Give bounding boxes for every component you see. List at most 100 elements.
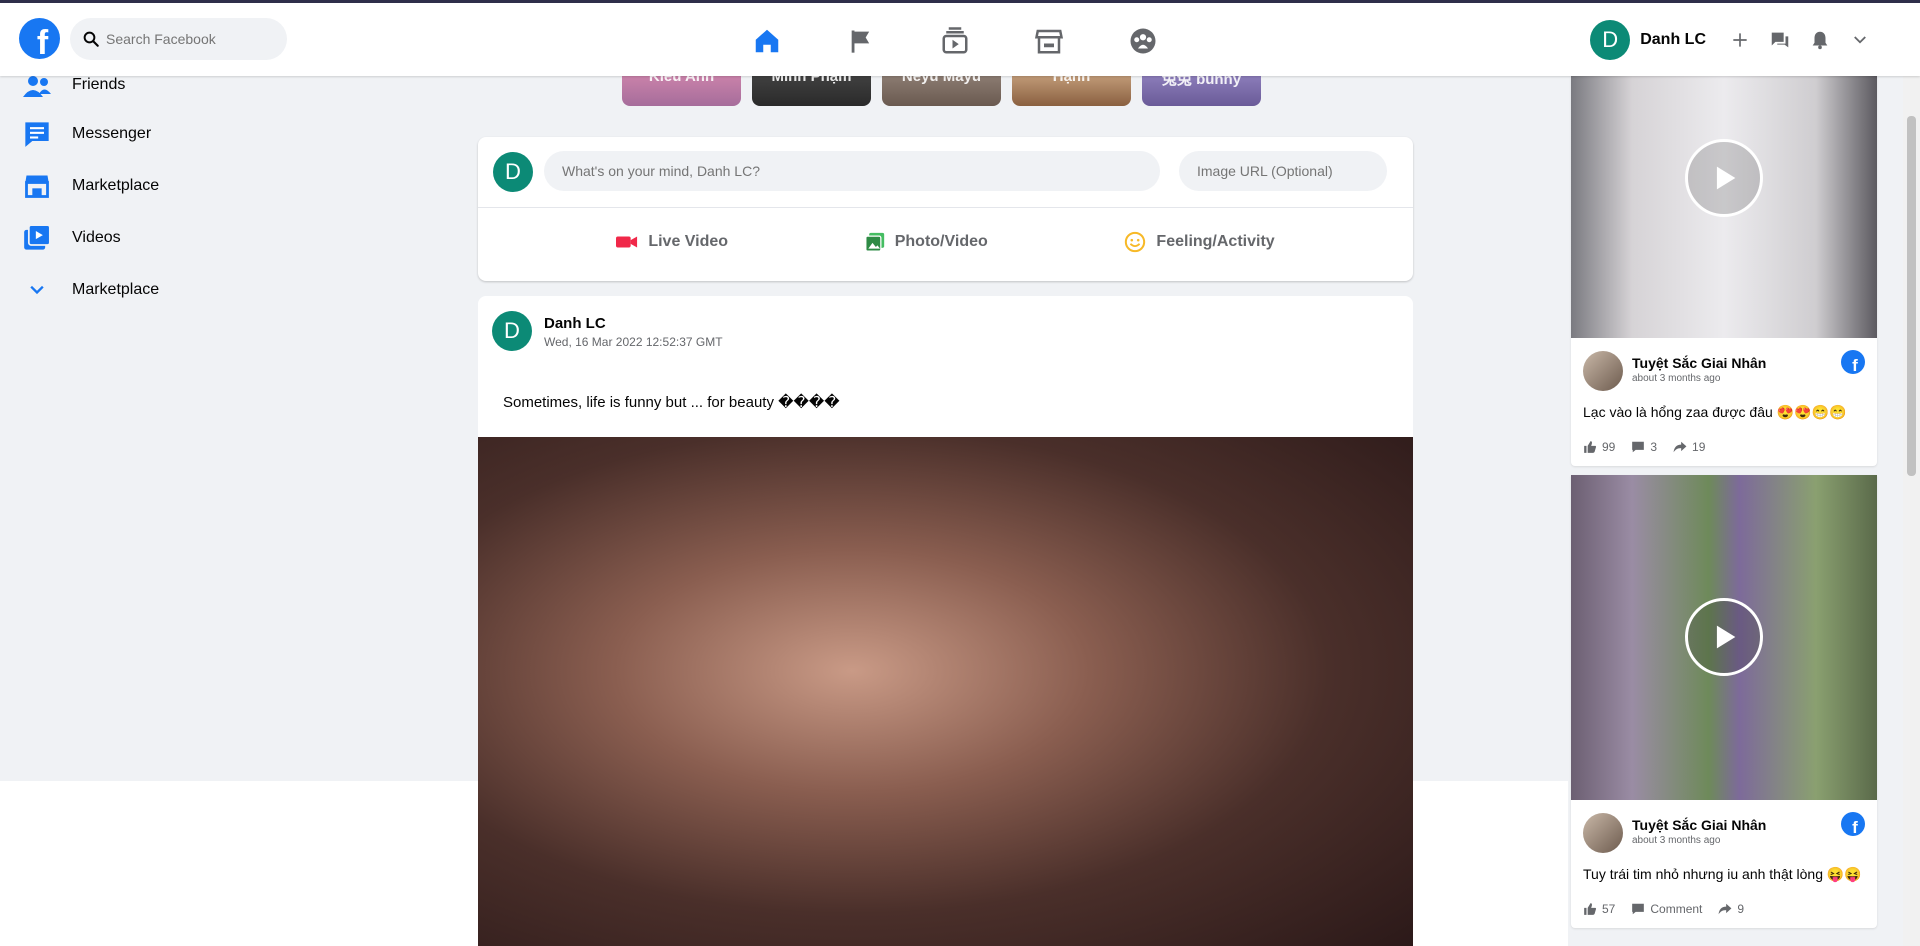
video-camera-icon <box>616 236 638 248</box>
page-name[interactable]: Tuyệt Sắc Giai Nhân <box>1632 817 1766 833</box>
comment-icon <box>1632 903 1645 915</box>
create-button[interactable] <box>1720 20 1760 60</box>
video-stats: 57 Comment 9 <box>1583 902 1744 916</box>
comment-button[interactable]: Comment <box>1631 902 1702 916</box>
status-input[interactable] <box>544 151 1160 191</box>
account-menu-button[interactable] <box>1840 20 1880 60</box>
play-button[interactable] <box>1685 598 1763 676</box>
page-avatar[interactable] <box>1583 813 1623 853</box>
profile-avatar[interactable]: D <box>1590 20 1631 60</box>
video-meta: Tuyệt Sắc Giai Nhân about 3 months ago f… <box>1571 338 1877 466</box>
sidebar-item-friends[interactable]: Friends <box>0 76 360 108</box>
share-button[interactable]: 9 <box>1718 902 1744 916</box>
like-button[interactable]: 99 <box>1583 440 1615 454</box>
page-name[interactable]: Tuyệt Sắc Giai Nhân <box>1632 355 1766 371</box>
comment-button[interactable]: 3 <box>1631 440 1657 454</box>
sidebar-item-label: Marketplace <box>72 281 160 298</box>
top-navigation-bar: f D Danh LC <box>0 0 1920 76</box>
video-thumbnail[interactable] <box>1571 475 1877 800</box>
sidebar-item-label: Messenger <box>72 125 152 142</box>
groups-icon <box>1130 28 1156 54</box>
marketplace-icon <box>1034 29 1064 54</box>
sidebar-item-label: Friends <box>72 76 126 93</box>
watch-icon <box>942 27 968 54</box>
comment-icon <box>1632 441 1645 453</box>
post-image[interactable] <box>478 437 1413 946</box>
post-composer: D Live Video Photo/Video Feeling/Activit… <box>478 137 1413 281</box>
post-timestamp[interactable]: Wed, 16 Mar 2022 12:52:37 GMT <box>544 335 723 349</box>
messenger-button[interactable] <box>1760 20 1800 60</box>
chevron-down-icon <box>22 275 52 305</box>
video-card: Tuyệt Sắc Giai Nhân about 3 months ago f… <box>1571 76 1877 466</box>
sidebar-item-marketplace[interactable]: Marketplace <box>0 160 360 212</box>
nav-groups[interactable] <box>1096 17 1190 65</box>
share-button[interactable]: 19 <box>1673 440 1705 454</box>
thumbs-up-icon <box>1584 441 1597 453</box>
nav-pages[interactable] <box>814 17 908 65</box>
video-card: Tuyệt Sắc Giai Nhân about 3 months ago f… <box>1571 475 1877 928</box>
left-sidebar: Friends Messenger Marketplace Videos Mar… <box>0 76 360 316</box>
image-url-input[interactable] <box>1179 151 1387 191</box>
sidebar-item-label: Videos <box>72 229 121 246</box>
like-button[interactable]: 57 <box>1583 902 1615 916</box>
page-avatar[interactable] <box>1583 351 1623 391</box>
play-button[interactable] <box>1685 139 1763 217</box>
home-icon <box>755 29 779 53</box>
smiley-icon <box>1125 231 1146 253</box>
nav-home[interactable] <box>720 17 814 65</box>
search-icon <box>83 31 99 47</box>
comment-label: Comment <box>1650 902 1703 916</box>
profile-name[interactable]: Danh LC <box>1640 31 1706 49</box>
post-text: Sometimes, life is funny but ... for bea… <box>503 394 840 411</box>
sidebar-item-see-more[interactable]: Marketplace <box>0 264 360 316</box>
play-icon <box>1716 625 1736 649</box>
feeling-activity-button[interactable]: Feeling/Activity <box>1124 231 1275 253</box>
photo-icon <box>864 232 884 252</box>
video-time: about 3 months ago <box>1632 373 1721 384</box>
photo-video-button[interactable]: Photo/Video <box>864 232 988 252</box>
marketplace-icon <box>22 171 52 201</box>
plus-icon <box>1733 33 1747 47</box>
share-icon <box>1718 903 1732 915</box>
sidebar-item-videos[interactable]: Videos <box>0 212 360 264</box>
comment-count: 3 <box>1650 440 1658 454</box>
messenger-icon <box>22 119 52 149</box>
scrollbar-thumb[interactable] <box>1907 116 1916 476</box>
facebook-logo-icon[interactable]: f <box>19 18 60 59</box>
video-stats: 99 3 19 <box>1583 440 1705 454</box>
notifications-button[interactable] <box>1800 20 1840 60</box>
bell-icon <box>1812 31 1828 50</box>
video-time: about 3 months ago <box>1632 835 1721 846</box>
facebook-badge-icon: f <box>1841 812 1865 836</box>
live-video-button[interactable]: Live Video <box>616 233 728 251</box>
like-count: 57 <box>1602 902 1616 916</box>
share-icon <box>1673 441 1687 453</box>
post-author-name[interactable]: Danh LC <box>544 315 606 332</box>
nav-marketplace[interactable] <box>1002 17 1096 65</box>
search-box[interactable] <box>70 18 287 60</box>
friends-icon <box>22 72 52 102</box>
post-author-avatar[interactable]: D <box>492 311 532 351</box>
search-input[interactable] <box>106 31 276 47</box>
composer-avatar[interactable]: D <box>493 152 533 192</box>
live-video-label: Live Video <box>648 233 729 250</box>
video-caption: Lạc vào là hổng zaa được đâu 😍😍😁😁 <box>1583 404 1847 420</box>
video-thumbnail[interactable] <box>1571 76 1877 338</box>
feed-post: D Danh LC Wed, 16 Mar 2022 12:52:37 GMT … <box>478 296 1413 946</box>
flag-icon <box>851 30 870 53</box>
play-icon <box>1716 166 1736 190</box>
video-caption: Tuy trái tim nhỏ nhưng iu anh thật lòng … <box>1583 866 1862 882</box>
facebook-badge-icon: f <box>1841 350 1865 374</box>
share-count: 9 <box>1737 902 1745 916</box>
nav-watch[interactable] <box>908 17 1002 65</box>
scrollbar[interactable] <box>1903 76 1920 946</box>
sidebar-item-label: Marketplace <box>72 177 160 194</box>
videos-icon <box>22 223 52 253</box>
thumbs-up-icon <box>1584 903 1597 915</box>
sidebar-item-messenger[interactable]: Messenger <box>0 108 360 160</box>
video-meta: Tuyệt Sắc Giai Nhân about 3 months ago f… <box>1571 800 1877 928</box>
like-count: 99 <box>1602 440 1616 454</box>
feeling-activity-label: Feeling/Activity <box>1156 233 1275 250</box>
chat-icon <box>1771 32 1789 48</box>
chevron-down-icon <box>1854 36 1866 44</box>
